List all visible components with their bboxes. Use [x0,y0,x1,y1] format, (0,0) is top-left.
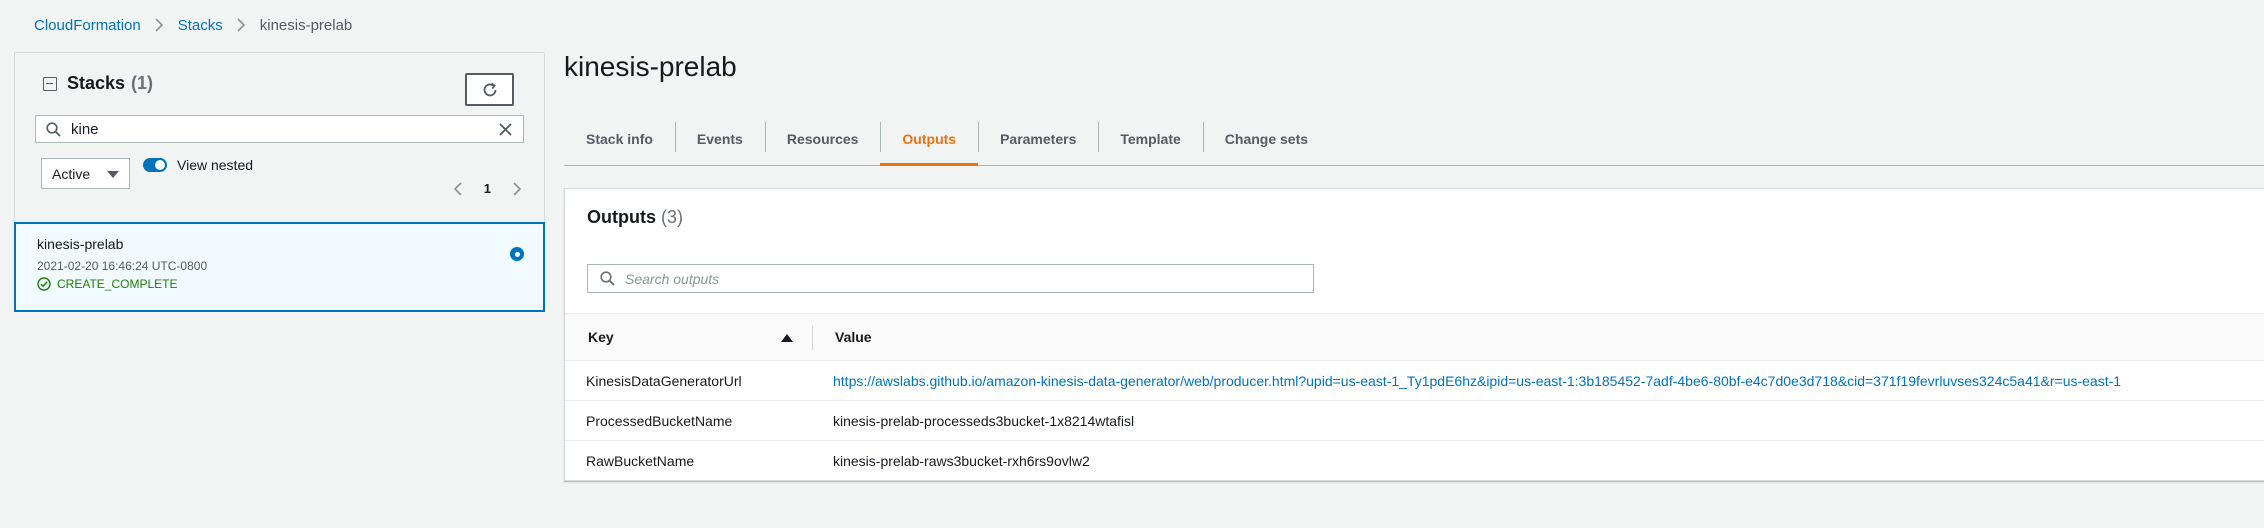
breadcrumb-cloudformation[interactable]: CloudFormation [34,17,141,34]
stack-created-time: 2021-02-20 16:46:24 UTC-0800 [37,259,208,273]
output-key: ProcessedBucketName [586,413,733,429]
tab-outputs[interactable]: Outputs [880,112,978,166]
output-value-link[interactable]: https://awslabs.github.io/amazon-kinesis… [833,373,2121,389]
stacks-panel: Stacks (1) Active View nested 1 [14,52,545,312]
status-filter-select[interactable]: Active [41,158,130,189]
chevron-right-icon [237,18,246,32]
column-header-key[interactable]: Key [588,329,614,345]
tab-events[interactable]: Events [674,112,765,165]
chevron-right-icon[interactable] [513,181,522,196]
stacks-panel-header: Stacks (1) [43,73,153,94]
chevron-left-icon[interactable] [453,181,462,196]
output-key: KinesisDataGeneratorUrl [586,373,742,389]
tab-parameters[interactable]: Parameters [978,112,1098,165]
outputs-search-input[interactable] [625,270,1313,287]
column-divider[interactable] [812,326,813,350]
stack-list-item[interactable]: kinesis-prelab 2021-02-20 16:46:24 UTC-0… [14,222,545,312]
outputs-title: Outputs [587,207,656,227]
close-icon[interactable] [498,122,513,137]
caret-down-icon [107,171,119,178]
stacks-search-input[interactable] [71,120,498,138]
output-value: kinesis-prelab-processeds3bucket-1x8214w… [833,413,1135,429]
stack-status: CREATE_COMPLETE [37,277,177,291]
collapse-icon[interactable] [43,76,57,91]
stack-select-radio[interactable] [510,247,524,261]
outputs-table-header: Key Value [565,313,2264,361]
tab-stack-info[interactable]: Stack info [564,112,675,165]
stack-status-label: CREATE_COMPLETE [57,277,178,291]
stacks-search-field [35,115,524,143]
tab-template[interactable]: Template [1098,112,1202,165]
view-nested-label: View nested [177,157,254,173]
output-key: RawBucketName [586,453,695,469]
breadcrumb-current: kinesis-prelab [259,16,353,34]
stack-name: kinesis-prelab [37,236,124,252]
search-icon [600,271,615,286]
stack-detail-tabs: Stack info Events Resources Outputs Para… [564,112,2264,166]
pagination: 1 [453,181,522,196]
table-row: ProcessedBucketName kinesis-prelab-proce… [565,401,2264,441]
stacks-panel-title: Stacks [67,73,126,93]
column-header-value[interactable]: Value [835,329,872,345]
table-row: RawBucketName kinesis-prelab-raws3bucket… [565,441,2264,481]
view-nested-toggle[interactable] [143,158,167,172]
sort-up-icon[interactable] [781,334,793,342]
outputs-panel: Outputs (3) Key Value KinesisDataGenerat… [564,188,2264,481]
chevron-right-icon [155,18,164,32]
outputs-header: Outputs (3) [587,207,683,228]
page-number[interactable]: 1 [484,181,491,196]
breadcrumb-stacks[interactable]: Stacks [178,17,223,34]
output-value: kinesis-prelab-raws3bucket-rxh6rs9ovlw2 [833,453,1090,469]
page-title: kinesis-prelab [564,51,737,82]
view-nested-control: View nested [143,157,253,173]
refresh-icon [481,81,499,99]
outputs-count: (3) [661,207,684,227]
status-filter-value: Active [52,165,91,182]
search-icon [46,121,61,137]
table-row: KinesisDataGeneratorUrl https://awslabs.… [565,361,2264,401]
refresh-button[interactable] [465,73,514,106]
outputs-search-field [587,264,1314,293]
tab-resources[interactable]: Resources [764,112,881,165]
tab-change-sets[interactable]: Change sets [1202,112,1330,165]
stacks-count: (1) [131,73,154,93]
check-circle-icon [37,277,51,291]
breadcrumb: CloudFormation Stacks kinesis-prelab [34,14,352,36]
